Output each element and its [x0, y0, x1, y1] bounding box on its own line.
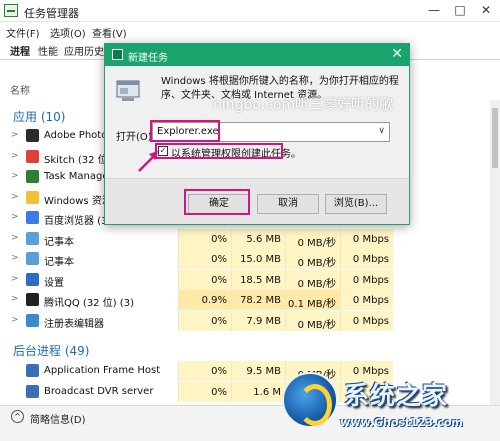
chevron-right-icon[interactable]: >	[11, 212, 19, 222]
disk-cell: 0 MB/秒	[285, 310, 340, 331]
explorer-icon	[26, 190, 39, 204]
process-name: 记事本	[44, 257, 74, 268]
chevron-up-icon[interactable]: ^	[11, 410, 24, 423]
qq-icon	[26, 293, 39, 306]
column-name[interactable]: 名称	[10, 82, 30, 97]
memory-cell: 9.5 MB	[231, 361, 285, 381]
titlebar: 任务管理器 — □ ✕	[0, 0, 500, 22]
table-row[interactable]: > 设置 0% 18.5 MB 0 MB/秒 0 Mbps	[0, 269, 490, 290]
disk-cell: 0 MB/秒	[285, 249, 340, 269]
chevron-right-icon[interactable]: >	[11, 192, 19, 202]
menu-options[interactable]: 选项(O)	[50, 25, 86, 40]
fewer-details-link[interactable]: 简略信息(D)	[30, 411, 86, 426]
process-name: Windows 资源	[44, 195, 112, 207]
network-cell: 0 Mbps	[340, 310, 393, 331]
cpu-cell: 0%	[178, 228, 231, 249]
memory-cell: 5.6 MB	[231, 228, 285, 249]
network-cell: 0 Mbps	[340, 249, 393, 269]
background-group-header: 后台进程 (49)	[13, 344, 90, 358]
settings-icon	[26, 272, 39, 286]
scrollbar-thumb[interactable]	[492, 108, 498, 168]
chevron-right-icon[interactable]: >	[11, 130, 19, 140]
menu-view[interactable]: 查看(V)	[92, 25, 127, 40]
open-field-highlight	[150, 120, 220, 142]
chevron-right-icon[interactable]: >	[11, 274, 19, 284]
scrollbar[interactable]	[490, 100, 500, 405]
dialog-title: 新建任务	[128, 53, 168, 64]
process-name: Adobe Photos	[44, 130, 113, 141]
chevron-right-icon[interactable]: >	[11, 253, 19, 263]
photoshop-icon	[26, 129, 39, 142]
annotation-arrow-icon	[138, 151, 158, 172]
dialog-app-icon	[112, 49, 123, 60]
memory-cell: 18.5 MB	[231, 269, 285, 290]
run-program-icon	[116, 80, 140, 101]
cpu-cell: 0%	[178, 381, 231, 402]
cpu-cell: 0.9%	[178, 290, 231, 310]
skitch-icon	[26, 149, 39, 163]
ok-button-highlight	[184, 189, 250, 215]
table-row[interactable]: > 记事本 0% 15.0 MB 0 MB/秒 0 Mbps	[0, 249, 490, 269]
notepad-icon	[26, 231, 39, 245]
menu-file[interactable]: 文件(F)	[6, 25, 40, 40]
cpu-cell: 0%	[178, 310, 231, 331]
taskmanager-icon	[26, 170, 39, 183]
site-logo: 系统之家 www.Ghost123.com	[278, 366, 500, 441]
tab-processes[interactable]: 进程	[10, 43, 30, 58]
table-row[interactable]: > 腾讯QQ (32 位) (3) 0.9% 78.2 MB 0.1 MB/秒 0 Mbp…	[0, 290, 490, 310]
cpu-cell: 0%	[178, 269, 231, 290]
process-name: Application Frame Host	[44, 365, 161, 376]
process-name: Skitch (32 位)	[44, 154, 112, 166]
logo-url: www.Ghost123.com	[340, 416, 463, 429]
chevron-down-icon[interactable]: ∨	[378, 126, 385, 136]
baidu-browser-icon	[26, 211, 39, 224]
memory-cell: 78.2 MB	[231, 290, 285, 310]
disk-cell: 0 MB/秒	[285, 228, 340, 249]
dialog-titlebar: 新建任务 ✕	[105, 44, 409, 66]
cancel-button[interactable]: 取消	[257, 194, 319, 214]
process-name: 记事本	[44, 236, 74, 248]
process-name: 设置	[44, 277, 64, 289]
chevron-right-icon[interactable]: >	[11, 294, 19, 304]
task-manager-icon	[4, 4, 18, 17]
close-button[interactable]: ✕	[472, 0, 500, 22]
window-title: 任务管理器	[24, 7, 79, 20]
maximize-button[interactable]: □	[446, 0, 474, 22]
chevron-right-icon[interactable]: >	[11, 315, 19, 325]
memory-cell: 15.0 MB	[231, 249, 285, 269]
checkbox-highlight	[155, 143, 283, 159]
appframe-icon	[26, 364, 39, 377]
disk-cell: 0 MB/秒	[285, 269, 340, 290]
logo-text: 系统之家	[344, 381, 449, 410]
chevron-right-icon[interactable]: >	[11, 151, 19, 161]
table-row[interactable]: > 注册表编辑器 0% 7.9 MB 0 MB/秒 0 Mbps	[0, 310, 490, 331]
memory-cell: 7.9 MB	[231, 310, 285, 331]
network-cell: 0 Mbps	[340, 269, 393, 290]
process-name: Broadcast DVR server	[44, 385, 154, 397]
regedit-icon	[26, 313, 39, 327]
chevron-right-icon[interactable]: >	[11, 171, 19, 181]
tab-performance[interactable]: 性能	[38, 43, 58, 58]
network-cell: 0 Mbps	[340, 228, 393, 249]
dvr-icon	[26, 384, 39, 398]
process-name: Task Manager	[44, 171, 113, 182]
cpu-cell: 0%	[178, 249, 231, 269]
dialog-close-icon[interactable]: ✕	[391, 46, 403, 62]
notepad-icon	[26, 252, 39, 265]
chevron-right-icon[interactable]: >	[11, 233, 19, 243]
memory-cell: 1.6 M	[231, 381, 285, 402]
watermark-text: ningbo.com听三零好听的歌	[213, 97, 394, 113]
menu-bar: 文件(F) 选项(O) 查看(V)	[0, 22, 500, 40]
disk-cell: 0.1 MB/秒	[285, 290, 340, 310]
network-cell: 0 Mbps	[340, 290, 393, 310]
browse-button[interactable]: 浏览(B)...	[325, 194, 387, 214]
apps-group-header: 应用 (10)	[13, 110, 66, 124]
table-row[interactable]: > 记事本 0% 5.6 MB 0 MB/秒 0 Mbps	[0, 228, 490, 249]
process-name: 注册表编辑器	[44, 318, 104, 330]
process-name: 腾讯QQ (32 位) (3)	[44, 298, 134, 309]
cpu-cell: 0%	[178, 361, 231, 381]
minimize-button[interactable]: —	[420, 0, 448, 22]
logo-emblem-icon	[282, 372, 338, 428]
